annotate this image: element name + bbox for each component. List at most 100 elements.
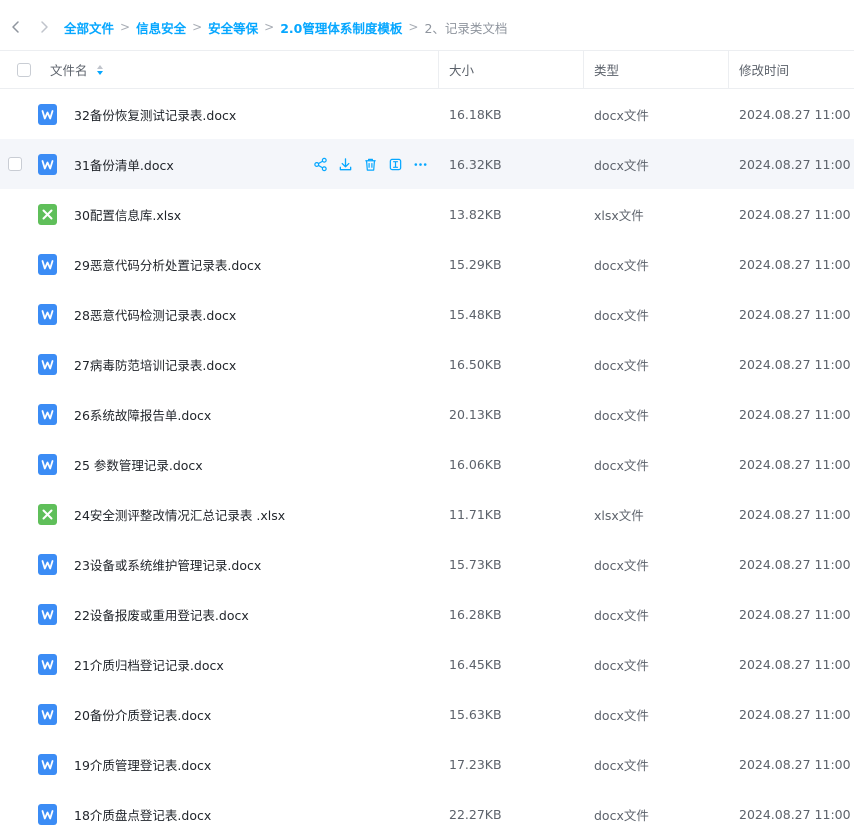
file-icon-cell [38,139,57,189]
docx-file-icon [38,453,57,475]
rename-button[interactable] [387,156,403,172]
file-modified-time: 2024.08.27 11:00 [739,606,851,622]
column-divider[interactable] [438,51,439,88]
file-row[interactable]: 19介质管理登记表.docx 17.23KB docx文件 2024.08.27 11… [0,739,854,789]
row-checkbox[interactable] [8,157,22,171]
file-type: docx文件 [594,707,649,723]
docx-file-icon [38,153,57,175]
select-all-cell [17,51,31,88]
file-name[interactable]: 21介质归档登记记录.docx [74,639,224,689]
file-type: docx文件 [594,457,649,473]
file-modified-time: 2024.08.27 11:00 [739,306,851,322]
file-row[interactable]: 28恶意代码检测记录表.docx 15.48KB docx文件 2024.08.27 … [0,289,854,339]
file-icon-cell [38,689,57,739]
file-name[interactable]: 28恶意代码检测记录表.docx [74,289,236,339]
delete-button[interactable] [362,156,378,172]
file-row[interactable]: 29恶意代码分析处置记录表.docx 15.29KB docx文件 2024.08.2… [0,239,854,289]
column-header-type-label: 类型 [594,63,620,78]
file-name[interactable]: 29恶意代码分析处置记录表.docx [74,239,261,289]
file-list-header: 文件名 大小 类型 修改时间 [0,50,854,89]
file-row[interactable]: 26系统故障报告单.docx 20.13KB docx文件 2024.08.27 11… [0,389,854,439]
file-modified-time: 2024.08.27 11:00 [739,556,851,572]
more-button[interactable] [412,156,428,172]
column-divider[interactable] [583,51,584,88]
file-type: docx文件 [594,757,649,773]
file-modified-time: 2024.08.27 11:00 [739,506,851,522]
file-row[interactable]: 20备份介质登记表.docx 15.63KB docx文件 2024.08.27 11… [0,689,854,739]
file-row[interactable]: 21介质归档登记记录.docx 16.45KB docx文件 2024.08.27 1… [0,639,854,689]
file-size: 15.29KB [449,256,502,272]
chevron-left-icon [12,21,19,33]
file-modified-time: 2024.08.27 11:00 [739,756,851,772]
select-all-checkbox[interactable] [17,62,31,77]
file-name[interactable]: 32备份恢复测试记录表.docx [74,89,236,139]
forward-button[interactable] [31,14,57,40]
file-type: docx文件 [594,107,649,123]
file-modified-time: 2024.08.27 11:00 [739,106,851,122]
column-header-size[interactable]: 大小 [449,51,474,88]
file-row[interactable]: 22设备报废或重用登记表.docx 16.28KB docx文件 2024.08.27… [0,589,854,639]
file-name[interactable]: 22设备报废或重用登记表.docx [74,589,249,639]
xlsx-file-icon [38,503,57,525]
file-icon-cell [38,739,57,789]
file-icon-cell [38,389,57,439]
docx-file-icon [38,753,57,775]
file-row[interactable]: 24安全测评整改情况汇总记录表 .xlsx 11.71KB xlsx文件 2024.0… [0,489,854,539]
file-name[interactable]: 19介质管理登记表.docx [74,739,211,789]
file-row[interactable]: 27病毒防范培训记录表.docx 16.50KB docx文件 2024.08.27 … [0,339,854,389]
file-size: 16.50KB [449,356,502,372]
breadcrumb-separator: > [120,20,131,34]
file-name[interactable]: 30配置信息库.xlsx [74,189,181,239]
column-divider[interactable] [728,51,729,88]
file-type: docx文件 [594,307,649,323]
file-icon-cell [38,239,57,289]
file-row[interactable]: 23设备或系统维护管理记录.docx 15.73KB docx文件 2024.08.2… [0,539,854,589]
file-icon-cell [38,439,57,489]
column-header-type[interactable]: 类型 [594,51,619,88]
file-name[interactable]: 26系统故障报告单.docx [74,389,211,439]
file-name[interactable]: 27病毒防范培训记录表.docx [74,339,236,389]
file-name[interactable]: 31备份清单.docx [74,139,174,189]
file-modified-time: 2024.08.27 11:00 [739,456,851,472]
file-type: docx文件 [594,357,649,373]
file-icon-cell [38,189,57,239]
file-size: 16.45KB [449,656,502,672]
file-name[interactable]: 25 参数管理记录.docx [74,439,203,489]
file-modified-time: 2024.08.27 11:00 [739,356,851,372]
file-name[interactable]: 18介质盘点登记表.docx [74,789,211,839]
back-button[interactable] [3,14,29,40]
file-type: docx文件 [594,407,649,423]
download-button[interactable] [337,156,353,172]
column-header-name[interactable]: 文件名 [50,51,104,88]
file-row[interactable]: 32备份恢复测试记录表.docx 16.18KB docx文件 2024.08.27 … [0,89,854,139]
file-size: 15.63KB [449,706,502,722]
file-row[interactable]: 30配置信息库.xlsx 13.82KB xlsx文件 2024.08.27 11:0… [0,189,854,239]
column-header-modified[interactable]: 修改时间 [739,51,789,88]
file-name[interactable]: 24安全测评整改情况汇总记录表 .xlsx [74,489,285,539]
docx-file-icon [38,703,57,725]
file-name[interactable]: 20备份介质登记表.docx [74,689,211,739]
share-button[interactable] [312,156,328,172]
top-bar: 全部文件 > 信息安全 > 安全等保 >2.0管理体系制度模板 >2、记录类文档 [0,0,854,50]
file-type: xlsx文件 [594,207,644,223]
file-name[interactable]: 23设备或系统维护管理记录.docx [74,539,261,589]
breadcrumb-link[interactable]: 信息安全 [136,18,186,37]
file-icon-cell [38,89,57,139]
file-modified-time: 2024.08.27 11:00 [739,806,851,822]
delete-icon [363,157,378,172]
file-size: 22.27KB [449,806,502,822]
file-row[interactable]: 18介质盘点登记表.docx 22.27KB docx文件 2024.08.27 11… [0,789,854,839]
file-type: docx文件 [594,257,649,273]
breadcrumb-link[interactable]: 2.0管理体系制度模板 [280,18,402,37]
file-row[interactable]: 31备份清单.docx 16.32KB docx文件 2024.08.27 11:00 [0,139,854,189]
docx-file-icon [38,803,57,825]
breadcrumb-link[interactable]: 安全等保 [208,18,258,37]
file-row[interactable]: 25 参数管理记录.docx 16.06KB docx文件 2024.08.27 11… [0,439,854,489]
docx-file-icon [38,553,57,575]
docx-file-icon [38,353,57,375]
column-header-name-label: 文件名 [50,63,88,78]
column-header-modified-label: 修改时间 [739,63,790,78]
breadcrumb-link[interactable]: 全部文件 [64,18,114,37]
more-icon [413,157,428,172]
sort-icon[interactable] [96,64,104,76]
